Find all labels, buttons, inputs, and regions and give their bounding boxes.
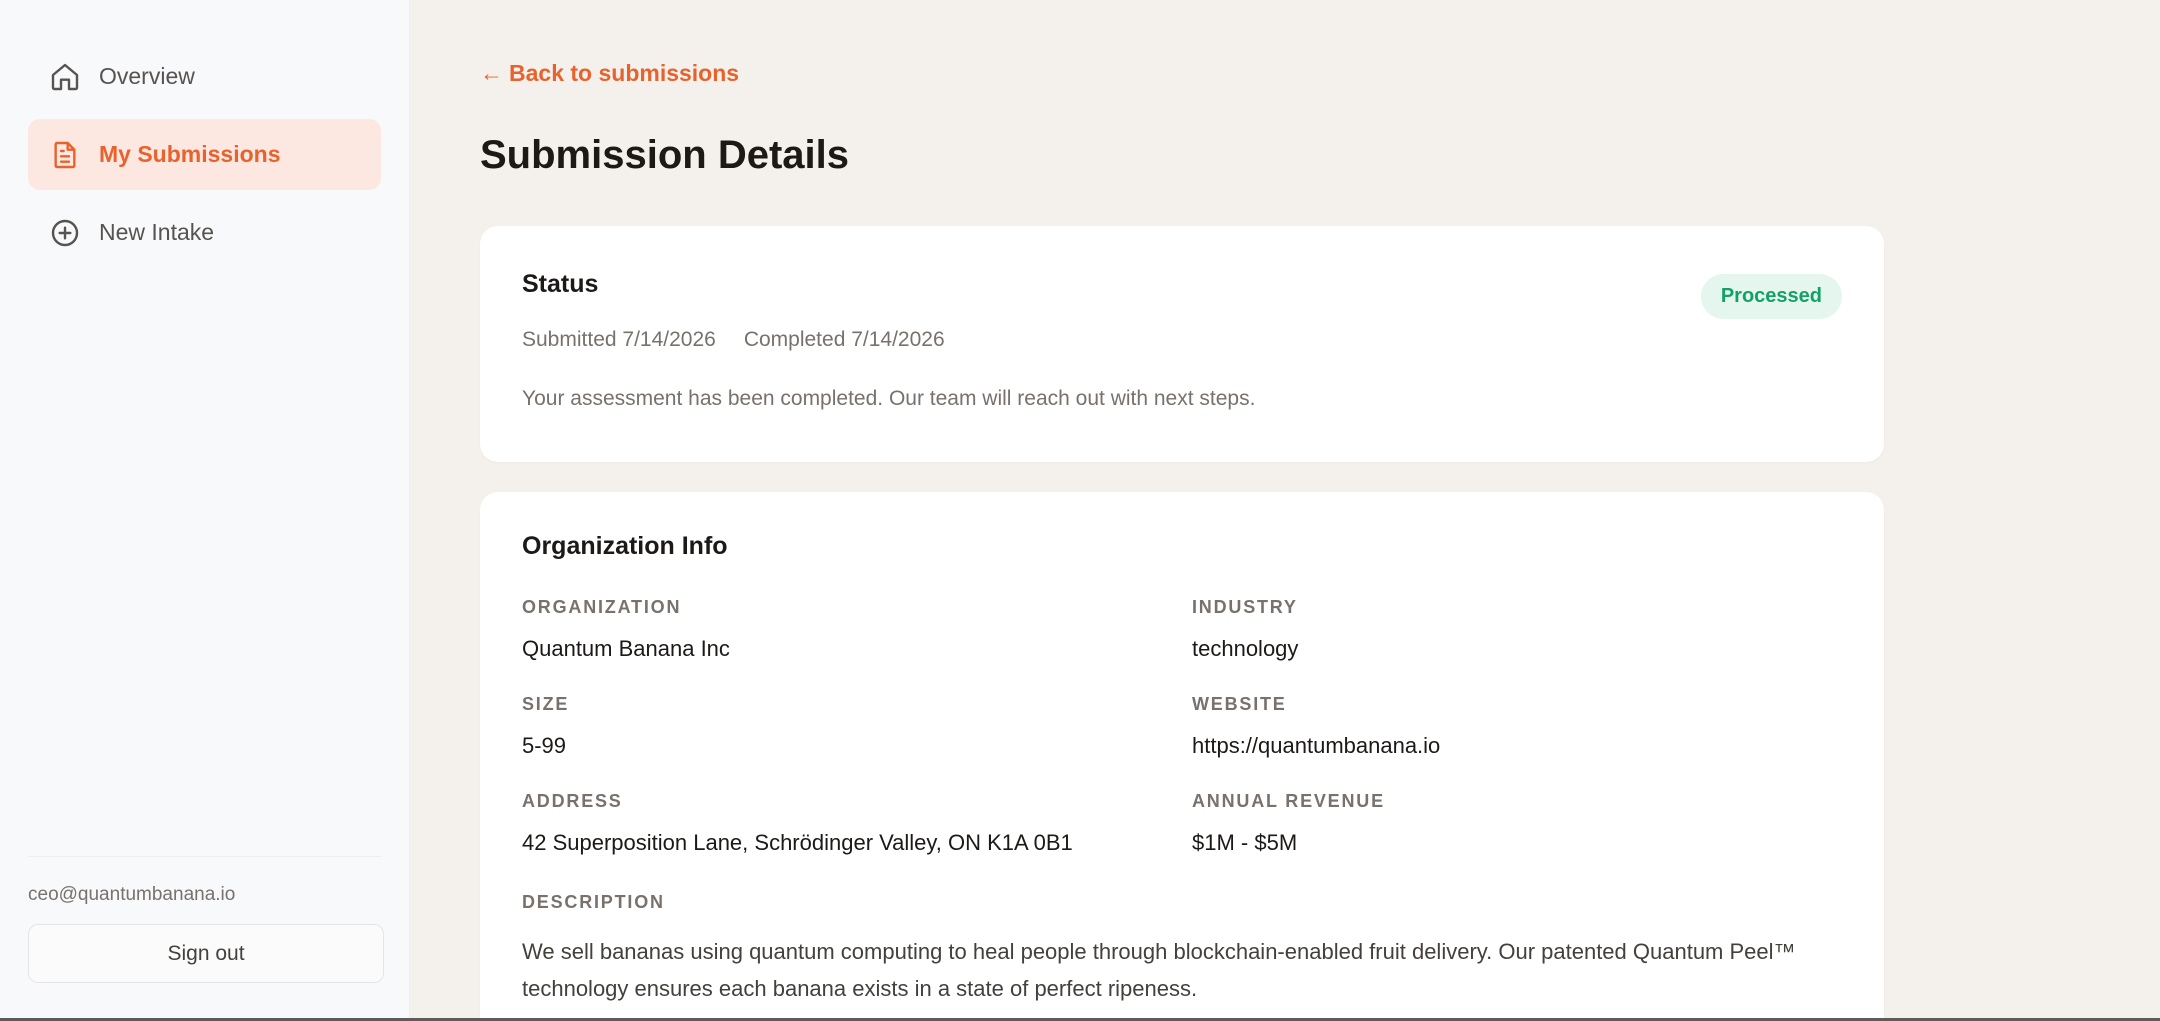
organization-fields: ORGANIZATION Quantum Banana Inc INDUSTRY… bbox=[522, 597, 1842, 856]
plus-circle-icon bbox=[51, 219, 79, 246]
completed-date: Completed 7/14/2026 bbox=[743, 328, 945, 351]
field-label: ANNUAL REVENUE bbox=[1192, 791, 1385, 811]
field-label: DESCRIPTION bbox=[522, 892, 665, 912]
field-label: WEBSITE bbox=[1192, 694, 1287, 714]
status-card: Status Processed Submitted 7/14/2026 Com… bbox=[480, 226, 1884, 462]
field-organization: ORGANIZATION Quantum Banana Inc bbox=[522, 597, 1192, 662]
field-description: DESCRIPTION We sell bananas using quantu… bbox=[522, 892, 1842, 1007]
field-value: https://quantumbanana.io bbox=[1192, 733, 1441, 758]
user-email: ceo@quantumbanana.io bbox=[28, 884, 236, 905]
status-dates: Submitted 7/14/2026 Completed 7/14/2026 bbox=[522, 328, 1842, 352]
sidebar-footer: ceo@quantumbanana.io Sign out bbox=[28, 856, 384, 983]
main-content: ← Back to submissions Submission Details… bbox=[410, 0, 2160, 1021]
sidebar: Overview My Submissions New Intake ceo@q… bbox=[0, 0, 410, 1021]
sidebar-nav: Overview My Submissions New Intake bbox=[28, 41, 381, 268]
sign-out-button[interactable]: Sign out bbox=[28, 924, 384, 983]
back-to-submissions-link[interactable]: ← Back to submissions bbox=[480, 60, 739, 87]
arrow-left-icon: ← bbox=[480, 60, 503, 86]
sidebar-item-label: My Submissions bbox=[99, 141, 281, 167]
status-badge: Processed bbox=[1700, 274, 1842, 319]
organization-info-card: Organization Info ORGANIZATION Quantum B… bbox=[480, 492, 1884, 1021]
field-industry: INDUSTRY technology bbox=[1192, 597, 1842, 662]
submitted-date: Submitted 7/14/2026 bbox=[522, 328, 716, 351]
field-value: 5-99 bbox=[522, 733, 567, 758]
status-message: Your assessment has been completed. Our … bbox=[522, 387, 1256, 410]
app-root: Overview My Submissions New Intake ceo@q… bbox=[0, 0, 2160, 1021]
page-title: Submission Details bbox=[480, 133, 849, 177]
sidebar-item-label: Overview bbox=[99, 63, 195, 89]
field-label: ORGANIZATION bbox=[522, 597, 682, 617]
field-value: technology bbox=[1192, 636, 1299, 661]
sidebar-item-overview[interactable]: Overview bbox=[28, 41, 381, 112]
document-icon bbox=[54, 141, 76, 168]
sidebar-item-new-intake[interactable]: New Intake bbox=[28, 197, 381, 268]
organization-info-title: Organization Info bbox=[522, 532, 728, 560]
field-value: 42 Superposition Lane, Schrödinger Valle… bbox=[522, 830, 1073, 855]
sidebar-item-my-submissions[interactable]: My Submissions bbox=[28, 119, 381, 190]
description-text: We sell bananas using quantum computing … bbox=[522, 939, 1796, 1001]
field-label: ADDRESS bbox=[522, 791, 623, 811]
status-title: Status bbox=[522, 270, 599, 298]
back-link-label: Back to submissions bbox=[509, 60, 740, 86]
field-annual-revenue: ANNUAL REVENUE $1M - $5M bbox=[1192, 791, 1842, 856]
sidebar-item-label: New Intake bbox=[99, 219, 215, 245]
field-value: Quantum Banana Inc bbox=[522, 636, 730, 661]
home-icon bbox=[51, 63, 79, 90]
field-address: ADDRESS 42 Superposition Lane, Schröding… bbox=[522, 791, 1192, 856]
field-website: WEBSITE https://quantumbanana.io bbox=[1192, 694, 1842, 759]
field-label: SIZE bbox=[522, 694, 570, 714]
field-label: INDUSTRY bbox=[1192, 597, 1298, 617]
field-value: $1M - $5M bbox=[1192, 830, 1298, 855]
field-size: SIZE 5-99 bbox=[522, 694, 1192, 759]
